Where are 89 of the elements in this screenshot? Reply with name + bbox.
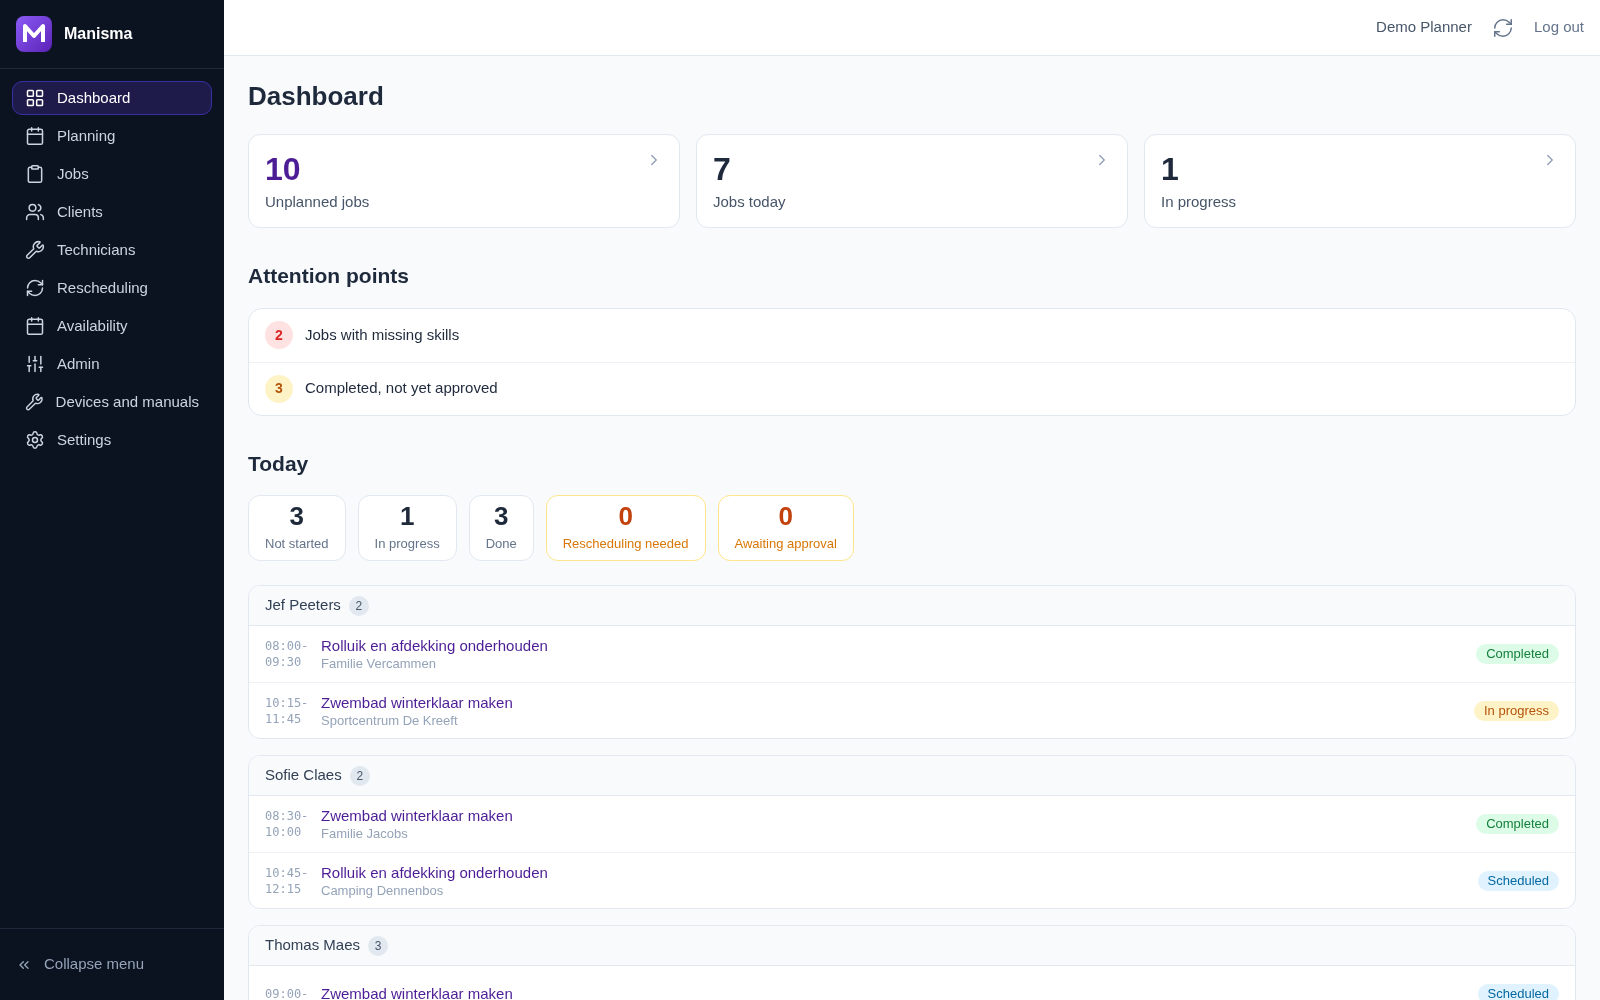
attention-item[interactable]: 2 Jobs with missing skills — [249, 308, 1575, 362]
summary-value: 10 — [265, 151, 301, 187]
job-title: Zwembad winterklaar maken — [321, 692, 514, 713]
client-name: Camping Dennenbos — [321, 882, 445, 899]
job-time: 09:00- — [265, 986, 310, 1000]
job-row[interactable]: 08:00- 09:30 Rolluik en afdekking onderhouden Familie Vercammen Completed — [249, 626, 1575, 682]
job-row[interactable]: 08:30- 10:00 Zwembad winterklaar maken Familie Jacobs Completed — [249, 796, 1575, 852]
job-title: Zwembad winterklaar maken — [321, 984, 514, 1000]
stat-value: 0 — [618, 502, 633, 531]
job-time: 08:00- — [265, 638, 310, 654]
stat-label: Awaiting approval — [734, 535, 837, 554]
wrench-icon — [25, 392, 44, 412]
job-time: 11:45 — [265, 710, 303, 727]
job-title: Zwembad winterklaar maken — [321, 806, 514, 826]
summary-label: Unplanned jobs — [265, 192, 371, 212]
grid-icon — [25, 88, 45, 108]
job-row[interactable]: 10:15- 11:45 Zwembad winterklaar maken Sportcentrum De Kreeft In progress — [249, 682, 1575, 738]
count-badge: 2 — [265, 321, 293, 349]
client-name: Familie Vercammen — [321, 656, 437, 672]
attention-label: Completed, not yet approved — [305, 378, 498, 399]
job-title: Rolluik en afdekking onderhouden — [321, 636, 549, 656]
summary-card[interactable]: 10 Unplanned jobs — [248, 134, 680, 228]
job-time: 10:15- — [265, 694, 310, 711]
status-badge: Scheduled — [1477, 870, 1559, 891]
sidebar-item[interactable]: Devices and manuals — [12, 385, 212, 419]
technician-name: Jef Peeters — [265, 595, 341, 616]
job-count-badge: 3 — [368, 935, 389, 956]
users-icon — [25, 202, 45, 222]
sidebar-item[interactable]: Technicians — [12, 233, 212, 267]
calendar-icon — [25, 316, 45, 336]
job-row[interactable]: 09:00- Zwembad winterklaar maken Scheduled — [249, 966, 1575, 1000]
status-badge: Completed — [1476, 644, 1559, 664]
sidebar-item[interactable]: Settings — [12, 423, 212, 457]
refresh-button[interactable] — [1491, 16, 1514, 39]
sliders-icon — [25, 354, 45, 374]
summary-card[interactable]: 7 Jobs today — [696, 134, 1128, 228]
attention-item[interactable]: 3 Completed, not yet approved — [249, 361, 1575, 415]
job-time: 10:00 — [265, 824, 303, 840]
attention-label: Jobs with missing skills — [305, 324, 460, 345]
sidebar-item[interactable]: Dashboard — [12, 81, 212, 115]
client-name: Familie Jacobs — [321, 826, 409, 842]
user-name: Demo Planner — [1376, 17, 1472, 38]
refresh-icon — [1491, 16, 1514, 39]
stat-value: 1 — [399, 502, 415, 531]
technician-name: Sofie Claes — [265, 765, 342, 786]
sidebar-item[interactable]: Clients — [12, 195, 212, 229]
job-count-badge: 2 — [349, 765, 370, 786]
calendar-icon — [25, 126, 45, 146]
summary-label: Jobs today — [713, 192, 787, 212]
job-count-badge: 2 — [348, 595, 369, 616]
settings-icon — [25, 430, 45, 450]
clipboard-icon — [25, 164, 45, 184]
sidebar-item[interactable]: Planning — [12, 119, 212, 153]
sidebar-item[interactable]: Rescheduling — [12, 271, 212, 305]
count-badge: 3 — [265, 374, 293, 403]
technician-name: Thomas Maes — [265, 935, 361, 956]
stat-label: Not started — [265, 535, 329, 554]
summary-card[interactable]: 1 In progress — [1144, 134, 1576, 228]
section-title: Attention points — [248, 263, 410, 289]
status-badge: Completed — [1476, 814, 1559, 834]
client-name: Sportcentrum De Kreeft — [321, 712, 459, 729]
brand-name: Manisma — [64, 24, 133, 44]
job-title: Rolluik en afdekking onderhouden — [321, 862, 549, 883]
job-time: 09:30 — [265, 654, 303, 670]
summary-label: In progress — [1161, 192, 1238, 212]
sidebar-item[interactable]: Admin — [12, 347, 212, 381]
stat-value: 0 — [778, 502, 793, 531]
summary-value: 7 — [713, 151, 731, 187]
status-badge: Scheduled — [1477, 984, 1559, 1000]
summary-value: 1 — [1161, 151, 1179, 187]
collapse-menu-button[interactable]: Collapse menu — [16, 953, 145, 976]
refresh-icon — [25, 278, 45, 298]
stat-label: Done — [485, 535, 517, 554]
job-time: 08:30- — [265, 808, 310, 824]
logo-icon — [16, 16, 52, 52]
stat-value: 3 — [493, 502, 509, 531]
job-row[interactable]: 10:45- 12:15 Rolluik en afdekking onderhouden Camping Dennenbos Scheduled — [249, 852, 1575, 908]
sidebar-item[interactable]: Availability — [12, 309, 212, 343]
stat-label: Rescheduling needed — [562, 535, 689, 554]
job-time: 12:15 — [265, 880, 303, 897]
stat-label: In progress — [374, 535, 440, 554]
stat-value: 3 — [289, 502, 305, 531]
job-time: 10:45- — [265, 864, 310, 881]
page-title: Dashboard — [248, 80, 385, 112]
wrench-icon — [25, 240, 45, 260]
logout-link[interactable]: Log out — [1533, 16, 1584, 39]
section-title: Today — [248, 450, 310, 477]
sidebar-item[interactable]: Jobs — [12, 157, 212, 191]
status-badge: In progress — [1473, 700, 1559, 721]
